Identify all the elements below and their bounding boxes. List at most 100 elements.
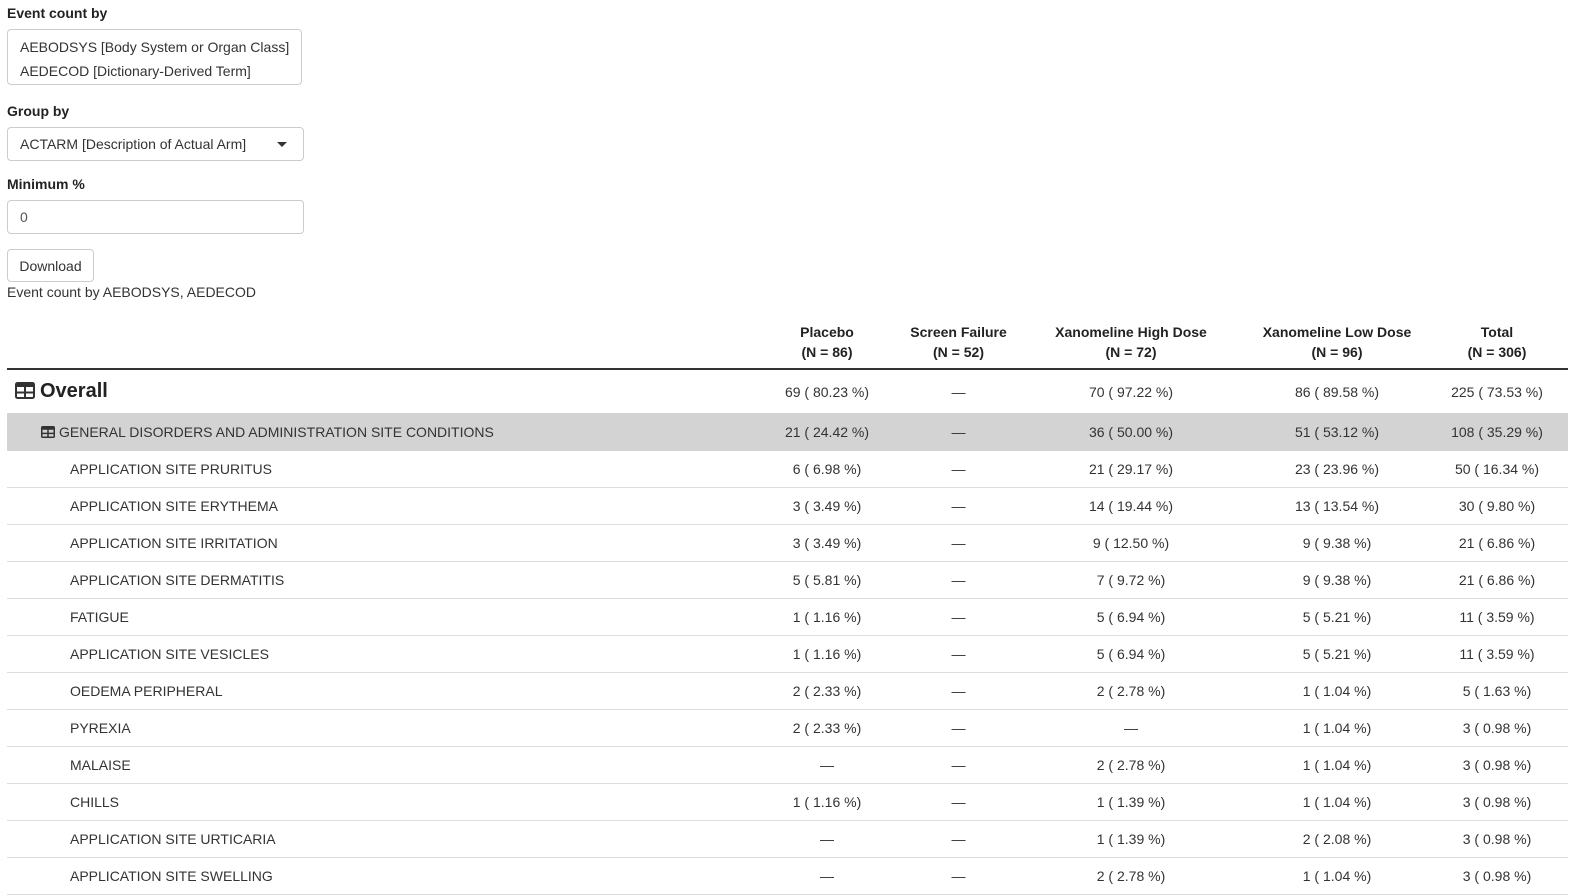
- table-cell: —: [903, 524, 1014, 562]
- table-cell: 7 ( 9.72 %): [1014, 561, 1248, 599]
- term-label: APPLICATION SITE PRURITUS: [7, 450, 751, 488]
- term-label: CHILLS: [7, 783, 751, 821]
- table-cell: 86 ( 89.58 %): [1294, 383, 1380, 400]
- table-cell: 1 ( 1.39 %): [1014, 783, 1248, 821]
- table-row: OEDEMA PERIPHERAL 2 ( 2.33 %) —2 ( 2.78 %)…: [7, 672, 1568, 710]
- overall-label: Overall: [40, 380, 108, 402]
- table-cell: 5 ( 5.81 %): [751, 561, 903, 599]
- table-cell: —: [751, 857, 903, 895]
- table-cell: —: [751, 746, 903, 784]
- event-count-option[interactable]: AEBODSYS [Body System or Organ Class]: [20, 35, 289, 59]
- table-row: FATIGUE 1 ( 1.16 %) —5 ( 6.94 %) 5 ( 5.21 %…: [7, 598, 1568, 636]
- table-cell: —: [903, 413, 1014, 451]
- event-count-option[interactable]: AEDECOD [Dictionary-Derived Term]: [20, 59, 289, 83]
- group-label-cell: GENERAL DISORDERS AND ADMINISTRATION SIT…: [7, 413, 751, 451]
- table-cell: 1 ( 1.16 %): [751, 635, 903, 673]
- table-cell: 2 ( 2.33 %): [751, 672, 903, 710]
- table-cell: 5 ( 6.94 %): [1014, 635, 1248, 673]
- table-cell: —: [903, 487, 1014, 525]
- column-header: Xanomeline Low Dose (N = 96): [1248, 316, 1426, 370]
- minimum-pct-label: Minimum %: [7, 176, 85, 192]
- table-cell: 21 ( 6.86 %): [1426, 524, 1568, 562]
- table-cell: 51 ( 53.12 %): [1248, 413, 1426, 451]
- table-icon[interactable]: [15, 382, 35, 399]
- table-cell: 3 ( 0.98 %): [1426, 709, 1568, 747]
- table-cell: 2 ( 2.78 %): [1014, 746, 1248, 784]
- table-cell: —: [903, 709, 1014, 747]
- table-cell: 3 ( 0.98 %): [1426, 746, 1568, 784]
- term-label: APPLICATION SITE ERYTHEMA: [7, 487, 751, 525]
- overall-label-cell: Overall: [7, 369, 751, 413]
- table-cell: —: [751, 820, 903, 858]
- table-row: APPLICATION SITE DERMATITIS 5 ( 5.81 %) —7…: [7, 561, 1568, 599]
- table-cell: 69 ( 80.23 %): [784, 383, 870, 400]
- term-label: FATIGUE: [7, 598, 751, 636]
- table-cell: 3 ( 3.49 %): [751, 487, 903, 525]
- term-label: OEDEMA PERIPHERAL: [7, 672, 751, 710]
- table-row: APPLICATION SITE SWELLING — —2 ( 2.78 %) 1 …: [7, 857, 1568, 895]
- table-cell: 1 ( 1.16 %): [751, 598, 903, 636]
- table-cell: —: [903, 783, 1014, 821]
- table-icon[interactable]: [41, 425, 55, 438]
- table-cell: 9 ( 9.38 %): [1248, 524, 1426, 562]
- table-cell: 5 ( 5.21 %): [1248, 598, 1426, 636]
- table-cell: 1 ( 1.16 %): [751, 783, 903, 821]
- group-by-value: ACTARM [Description of Actual Arm]: [20, 136, 247, 152]
- table-cell: 2 ( 2.08 %): [1248, 820, 1426, 858]
- table-row: APPLICATION SITE IRRITATION 3 ( 3.49 %) —9…: [7, 524, 1568, 562]
- group-row[interactable]: GENERAL DISORDERS AND ADMINISTRATION SIT…: [7, 413, 1568, 451]
- table-cell: 9 ( 12.50 %): [1014, 524, 1248, 562]
- table-header-row: Placebo (N = 86) Screen Failure (N = 52) X…: [7, 316, 1568, 370]
- table-cell: —: [903, 450, 1014, 488]
- table-cell: 21 ( 24.42 %): [751, 413, 903, 451]
- column-header: Screen Failure (N = 52): [903, 316, 1014, 370]
- table-cell: 2 ( 2.78 %): [1014, 672, 1248, 710]
- table-cell: 1 ( 1.04 %): [1248, 672, 1426, 710]
- table-cell: —: [903, 672, 1014, 710]
- table-cell: 13 ( 13.54 %): [1248, 487, 1426, 525]
- column-header: Total (N = 306): [1426, 316, 1568, 370]
- group-by-label: Group by: [7, 103, 70, 119]
- table-row: APPLICATION SITE ERYTHEMA 3 ( 3.49 %) —14 …: [7, 487, 1568, 525]
- table-cell: 3 ( 0.98 %): [1426, 820, 1568, 858]
- header-label-cell: [7, 316, 751, 370]
- table-cell: 1 ( 1.04 %): [1248, 746, 1426, 784]
- table-cell: 21 ( 6.86 %): [1426, 561, 1568, 599]
- table-cell: 50 ( 16.34 %): [1426, 450, 1568, 488]
- column-header: Xanomeline High Dose (N = 72): [1014, 316, 1248, 370]
- table-row: APPLICATION SITE URTICARIA — —1 ( 1.39 %) 2…: [7, 820, 1568, 858]
- group-by-select[interactable]: ACTARM [Description of Actual Arm]: [7, 127, 304, 161]
- table-cell: 3 ( 3.49 %): [751, 524, 903, 562]
- table-cell: —: [903, 820, 1014, 858]
- term-label: APPLICATION SITE URTICARIA: [7, 820, 751, 858]
- table-cell: 5 ( 5.21 %): [1248, 635, 1426, 673]
- table-cell: 1 ( 1.04 %): [1248, 857, 1426, 895]
- table-row: CHILLS 1 ( 1.16 %) —1 ( 1.39 %) 1 ( 1.04 %)…: [7, 783, 1568, 821]
- caret-down-icon: [277, 142, 287, 147]
- term-label: MALAISE: [7, 746, 751, 784]
- term-label: APPLICATION SITE VESICLES: [7, 635, 751, 673]
- event-count-multiselect[interactable]: AEBODSYS [Body System or Organ Class] AE…: [7, 29, 302, 85]
- table-cell: 1 ( 1.04 %): [1248, 709, 1426, 747]
- event-count-label: Event count by: [7, 5, 108, 21]
- table-cell: 3 ( 0.98 %): [1426, 857, 1568, 895]
- table-cell: 11 ( 3.59 %): [1426, 598, 1568, 636]
- table-cell: 5 ( 6.94 %): [1014, 598, 1248, 636]
- table-cell: 21 ( 29.17 %): [1014, 450, 1248, 488]
- table-row: APPLICATION SITE VESICLES 1 ( 1.16 %) —5 (…: [7, 635, 1568, 673]
- term-label: APPLICATION SITE DERMATITIS: [7, 561, 751, 599]
- table-cell: 3 ( 0.98 %): [1426, 783, 1568, 821]
- minimum-pct-input[interactable]: [7, 200, 304, 234]
- overall-row[interactable]: Overall 69 ( 80.23 %) — 70 ( 97.22 %) 86…: [7, 369, 1568, 413]
- table-cell: 11 ( 3.59 %): [1426, 635, 1568, 673]
- table-cell: 225 ( 73.53 %): [1451, 383, 1543, 400]
- table-cell: 14 ( 19.44 %): [1014, 487, 1248, 525]
- table-row: PYREXIA 2 ( 2.33 %) — —1 ( 1.04 %) 3 ( 0.98 …: [7, 709, 1568, 747]
- table-cell: —: [951, 383, 966, 400]
- table-row: APPLICATION SITE PRURITUS 6 ( 6.98 %) —21 …: [7, 450, 1568, 488]
- column-header: Placebo (N = 86): [751, 316, 903, 370]
- table-cell: —: [903, 746, 1014, 784]
- table-cell: 108 ( 35.29 %): [1426, 413, 1568, 451]
- download-button[interactable]: Download: [7, 249, 94, 282]
- term-label: APPLICATION SITE SWELLING: [7, 857, 751, 895]
